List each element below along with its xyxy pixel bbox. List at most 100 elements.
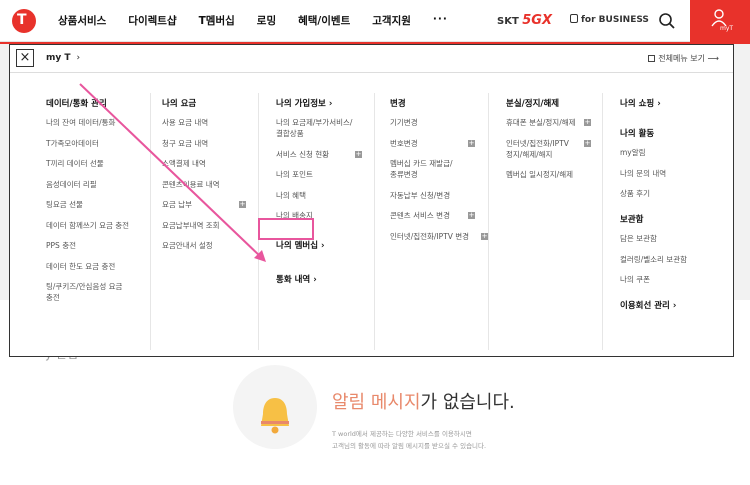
menu-title[interactable]: my T ›	[46, 53, 80, 63]
bell-icon	[261, 398, 289, 434]
menu-item[interactable]: PPS 충전	[46, 241, 129, 251]
menu-item[interactable]: 나의 혜택	[276, 191, 352, 201]
myt-label: myT	[720, 25, 734, 32]
menu-item[interactable]: 컬러링/벨소리 보관함	[620, 255, 687, 265]
full-menu-link[interactable]: 전체메뉴 보기 ⟶	[648, 53, 719, 64]
menu-item[interactable]: 나의 문의 내역	[620, 169, 687, 179]
for-business-link[interactable]: for BUSINESS	[570, 14, 649, 25]
menu-item[interactable]: 기기변경	[390, 118, 469, 128]
column-title[interactable]: 데이터/통화 관리	[46, 97, 129, 109]
menu-item[interactable]: 소액결제 내역	[162, 159, 220, 169]
menu-item[interactable]: my알림	[620, 148, 687, 158]
column-title-storage[interactable]: 보관함	[620, 213, 687, 225]
skt-5gx-link[interactable]: SKT 5GX	[497, 13, 552, 28]
menu-item-label: 인터넷/집전화/IPTV	[506, 138, 569, 148]
menu-item-continued[interactable]: 종류변경	[390, 170, 469, 180]
column-title[interactable]: 분실/정지/해제	[506, 97, 576, 109]
menu-item-number-change[interactable]: 번호변경 +	[390, 138, 475, 149]
nav-item-direct-shop[interactable]: 다이렉트샵	[128, 13, 176, 28]
menu-item[interactable]: 상품 후기	[620, 189, 687, 199]
column-title-activity[interactable]: 나의 활동	[620, 127, 687, 139]
full-menu-label: 전체메뉴 보기 ⟶	[658, 54, 719, 63]
subtext-line-2: 고객님의 활동에 따라 알림 메시지를 받으실 수 있습니다.	[332, 442, 487, 450]
menu-item-bill-payment[interactable]: 요금 납부 +	[162, 200, 246, 210]
expand-plus-icon[interactable]: +	[355, 150, 362, 158]
column-title[interactable]: 나의 요금	[162, 97, 220, 109]
close-button[interactable]: ×	[16, 49, 34, 67]
menu-item[interactable]: 데이터 한도 요금 충전	[46, 262, 129, 272]
business-icon	[570, 14, 578, 23]
menu-column-suspend: 분실/정지/해제 휴대폰 분실/정지/해제 + 인터넷/집전화/IPTV + 정지/…	[506, 97, 591, 191]
column-title-call-history[interactable]: 통화 내역 ›	[276, 273, 352, 285]
column-title-line-management[interactable]: 이용회선 관리 ›	[620, 299, 687, 311]
menu-item[interactable]: 나의 포인트	[276, 170, 352, 180]
menu-item[interactable]: 자동납부 신청/변경	[390, 191, 469, 201]
nav-item-roaming[interactable]: 로밍	[257, 13, 276, 28]
menu-header: × my T › 전체메뉴 보기 ⟶	[10, 45, 733, 73]
myt-mega-menu: × my T › 전체메뉴 보기 ⟶ 데이터/통화 관리 나의 잔여 데이터/통화…	[9, 44, 734, 357]
menu-title-text: my T	[46, 53, 71, 63]
nav-item-benefits-events[interactable]: 혜택/이벤트	[298, 13, 350, 28]
expand-plus-icon[interactable]: +	[584, 119, 591, 126]
menu-item[interactable]: 요금안내서 설정	[162, 241, 220, 251]
column-divider	[150, 93, 151, 350]
menu-column-my-bill: 나의 요금 사용 요금 내역 청구 요금 내역 소액결제 내역 콘텐츠이용료 내…	[162, 97, 246, 262]
menu-item-label: 서비스 신청 현황	[276, 149, 330, 159]
logo-letter: T	[17, 12, 27, 28]
menu-item[interactable]: 멤버십 일시정지/해제	[506, 170, 576, 180]
global-nav: 상품서비스 다이렉트샵 T멤버십 로밍 혜택/이벤트 고객지원 ···	[58, 13, 470, 28]
menu-item-label: 번호변경	[390, 138, 418, 148]
menu-item[interactable]: 사용 요금 내역	[162, 118, 220, 128]
menu-item[interactable]: T가족모아데이터	[46, 139, 129, 149]
expand-plus-icon[interactable]: +	[481, 232, 488, 240]
empty-rest: 가 없습니다.	[420, 392, 515, 413]
menu-item-service-status[interactable]: 서비스 신청 현황 +	[276, 149, 362, 160]
menu-item-internet-change[interactable]: 인터넷/집전화/IPTV 변경 +	[390, 232, 488, 242]
menu-item-label: 콘텐츠 서비스 변경	[390, 211, 450, 220]
menu-item-internet-suspend[interactable]: 인터넷/집전화/IPTV +	[506, 138, 591, 149]
column-divider	[374, 93, 375, 350]
column-title[interactable]: 나의 가입정보 ›	[276, 97, 352, 109]
nav-item-t-membership[interactable]: T멤버십	[199, 13, 235, 28]
menu-icon	[648, 55, 656, 62]
skt-label: SKT	[497, 16, 519, 27]
menu-column-my-activity: 나의 쇼핑 › 나의 활동 my알림 나의 문의 내역 상품 후기 보관함 담은…	[620, 97, 687, 320]
column-title[interactable]: 변경	[390, 97, 469, 109]
menu-item[interactable]: 담은 보관함	[620, 234, 687, 244]
menu-item[interactable]: 팅요금 선물	[46, 200, 129, 210]
myt-button[interactable]: myT	[690, 0, 750, 42]
menu-item[interactable]: 멤버십 카드 재발급/	[390, 159, 469, 169]
nav-item-products[interactable]: 상품서비스	[58, 13, 106, 28]
menu-item-label: 요금 납부	[162, 200, 192, 209]
menu-item-phone-lost[interactable]: 휴대폰 분실/정지/해제 +	[506, 118, 591, 128]
menu-item[interactable]: 나의 요금제/부가서비스/	[276, 118, 352, 128]
menu-item[interactable]: 나의 쿠폰	[620, 275, 687, 285]
menu-item[interactable]: 데이터 함께쓰기 요금 충전	[46, 221, 129, 231]
menu-item[interactable]: 청구 요금 내역	[162, 139, 220, 149]
expand-plus-icon[interactable]: +	[584, 139, 591, 147]
menu-item-continued[interactable]: 정지/해제/해지	[506, 150, 576, 160]
call-history-highlight-box	[258, 218, 314, 240]
t-world-logo[interactable]: T	[12, 9, 36, 33]
column-title-shopping[interactable]: 나의 쇼핑 ›	[620, 97, 687, 109]
expand-plus-icon[interactable]: +	[239, 201, 246, 208]
menu-column-subscription: 나의 가입정보 › 나의 요금제/부가서비스/ 결합상품 서비스 신청 현황 + …	[276, 97, 362, 294]
column-divider	[602, 93, 603, 350]
business-label: for BUSINESS	[581, 15, 649, 25]
column-title-membership[interactable]: 나의 멤버십 ›	[276, 239, 352, 251]
nav-item-customer-support[interactable]: 고객지원	[372, 13, 411, 28]
menu-item[interactable]: 요금납부내역 조회	[162, 221, 220, 231]
expand-plus-icon[interactable]: +	[468, 212, 475, 219]
more-menu-button[interactable]: ···	[433, 13, 448, 28]
menu-item[interactable]: 콘텐츠이용료 내역	[162, 180, 220, 190]
menu-item-continued[interactable]: 결합상품	[276, 129, 352, 139]
menu-item[interactable]: 팅/쿠키즈/안심음성 요금	[46, 282, 129, 292]
menu-item[interactable]: 음성데이터 리필	[46, 180, 129, 190]
menu-column-change: 변경 기기변경 번호변경 + 멤버십 카드 재발급/ 종류변경 자동납부 신청/변…	[390, 97, 488, 252]
menu-item-content-change[interactable]: 콘텐츠 서비스 변경 +	[390, 211, 475, 221]
expand-plus-icon[interactable]: +	[468, 139, 475, 147]
menu-item[interactable]: T끼리 데이터 선물	[46, 159, 129, 169]
search-icon[interactable]	[658, 12, 676, 30]
menu-item-continued[interactable]: 충전	[46, 293, 129, 303]
menu-item[interactable]: 나의 잔여 데이터/통화	[46, 118, 129, 128]
